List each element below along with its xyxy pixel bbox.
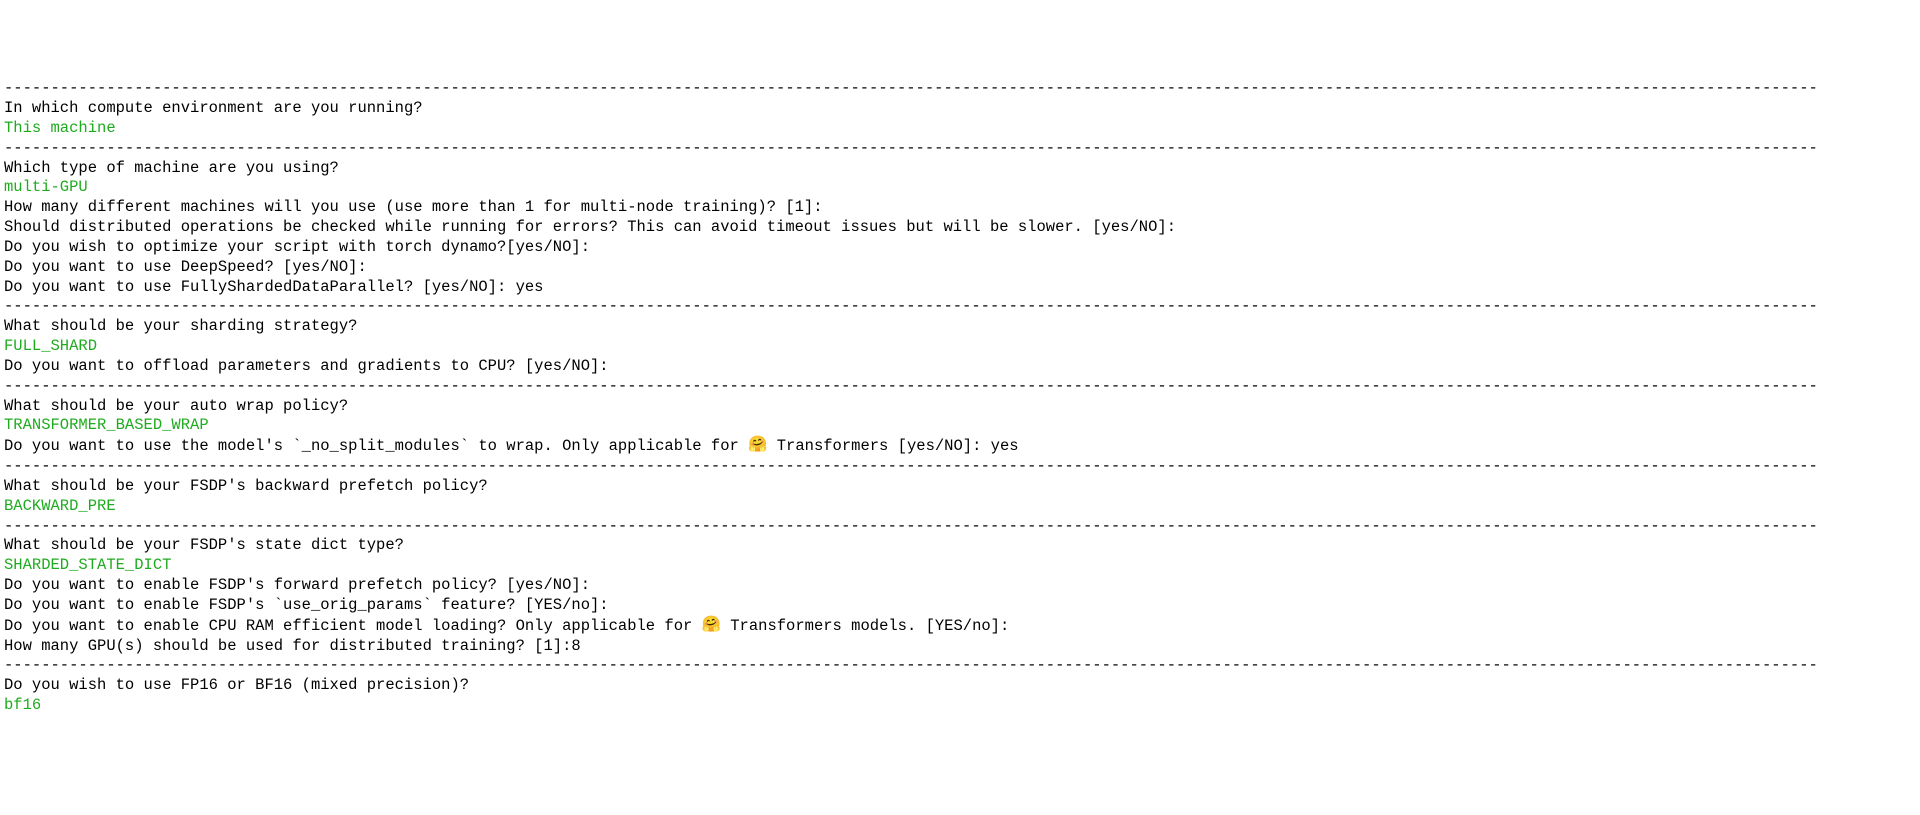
hugging-face-icon: 🤗	[748, 436, 767, 454]
prompt-line: Do you want to use the model's `_no_spli…	[4, 436, 1916, 457]
prompt-line: What should be your FSDP's backward pref…	[4, 477, 1916, 497]
separator-line: ----------------------------------------…	[4, 297, 1916, 317]
answer-line: TRANSFORMER_BASED_WRAP	[4, 416, 1916, 436]
answer-line: multi-GPU	[4, 178, 1916, 198]
separator-line: ----------------------------------------…	[4, 377, 1916, 397]
prompt-text-pre: Do you want to use the model's `_no_spli…	[4, 437, 748, 455]
prompt-line: In which compute environment are you run…	[4, 99, 1916, 119]
prompt-line: Do you want to enable FSDP's forward pre…	[4, 576, 1916, 596]
prompt-line: What should be your FSDP's state dict ty…	[4, 536, 1916, 556]
prompt-line: How many GPU(s) should be used for distr…	[4, 637, 1916, 657]
terminal-output: ----------------------------------------…	[0, 79, 1920, 716]
separator-line: ----------------------------------------…	[4, 139, 1916, 159]
prompt-line: Do you want to use DeepSpeed? [yes/NO]:	[4, 258, 1916, 278]
separator-line: ----------------------------------------…	[4, 457, 1916, 477]
prompt-line: Do you wish to optimize your script with…	[4, 238, 1916, 258]
prompt-line: What should be your auto wrap policy?	[4, 397, 1916, 417]
answer-line: This machine	[4, 119, 1916, 139]
prompt-line: Which type of machine are you using?	[4, 159, 1916, 179]
prompt-line: Should distributed operations be checked…	[4, 218, 1916, 238]
prompt-text-pre: Do you want to enable CPU RAM efficient …	[4, 617, 702, 635]
separator-line: ----------------------------------------…	[4, 656, 1916, 676]
prompt-line: Do you wish to use FP16 or BF16 (mixed p…	[4, 676, 1916, 696]
answer-line: SHARDED_STATE_DICT	[4, 556, 1916, 576]
prompt-line: Do you want to offload parameters and gr…	[4, 357, 1916, 377]
answer-line: bf16	[4, 696, 1916, 716]
prompt-line: Do you want to enable FSDP's `use_orig_p…	[4, 596, 1916, 616]
separator-line: ----------------------------------------…	[4, 517, 1916, 537]
prompt-line: Do you want to enable CPU RAM efficient …	[4, 616, 1916, 637]
prompt-text-post: Transformers [yes/NO]: yes	[767, 437, 1018, 455]
prompt-text-post: Transformers models. [YES/no]:	[721, 617, 1009, 635]
prompt-line: Do you want to use FullyShardedDataParal…	[4, 278, 1916, 298]
hugging-face-icon: 🤗	[702, 616, 721, 634]
answer-line: FULL_SHARD	[4, 337, 1916, 357]
prompt-line: How many different machines will you use…	[4, 198, 1916, 218]
prompt-line: What should be your sharding strategy?	[4, 317, 1916, 337]
answer-line: BACKWARD_PRE	[4, 497, 1916, 517]
separator-line: ----------------------------------------…	[4, 79, 1916, 99]
